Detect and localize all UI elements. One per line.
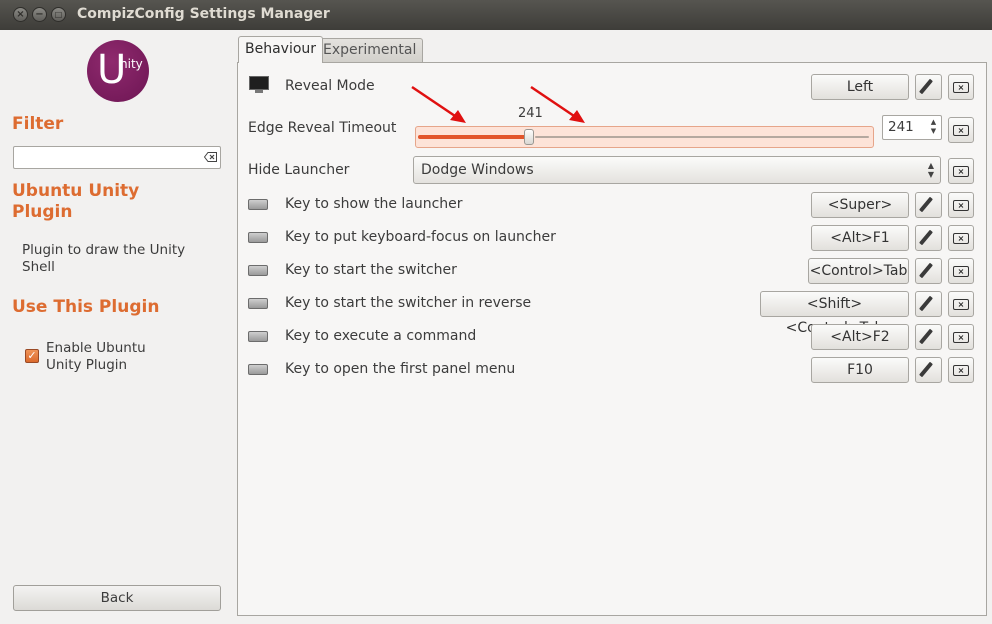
- key-binding-button[interactable]: <Shift><Control>Tab: [760, 291, 909, 336]
- combo-value: Dodge Windows: [421, 162, 534, 178]
- reset-button[interactable]: ×: [948, 158, 974, 184]
- clear-icon: ×: [953, 166, 969, 177]
- slider-handle[interactable]: [524, 129, 534, 145]
- keyboard-icon: [248, 232, 268, 243]
- clear-icon: ×: [953, 82, 969, 93]
- combo-arrows-icon: ▲ ▼: [927, 161, 934, 179]
- minimize-button[interactable]: −: [32, 7, 47, 22]
- setting-row-key: Key to open the first panel menu F10 ×: [248, 357, 976, 383]
- reset-button[interactable]: ×: [948, 192, 974, 218]
- use-plugin-heading: Use This Plugin: [12, 297, 160, 317]
- hide-launcher-combo[interactable]: Dodge Windows ▲ ▼: [413, 156, 941, 184]
- key-binding-button[interactable]: F10: [811, 357, 909, 383]
- edge-reveal-timeout-slider[interactable]: [415, 126, 874, 148]
- pencil-icon: [919, 295, 933, 312]
- spin-value: 241: [888, 119, 914, 135]
- enable-plugin-label[interactable]: Enable Ubuntu Unity Plugin: [46, 340, 166, 374]
- edit-button[interactable]: [915, 291, 942, 317]
- clear-icon: ×: [953, 365, 969, 376]
- slider-fill: [418, 135, 529, 139]
- setting-label: Key to put keyboard-focus on launcher: [285, 229, 556, 245]
- setting-row-key: Key to execute a command <Alt>F2 ×: [248, 324, 976, 350]
- setting-label: Key to show the launcher: [285, 196, 463, 212]
- key-binding-button[interactable]: <Alt>F1: [811, 225, 909, 251]
- edge-reveal-timeout-label: Edge Reveal Timeout: [248, 120, 397, 136]
- setting-label: Key to open the first panel menu: [285, 361, 516, 377]
- spin-arrows-icon[interactable]: ▲ ▼: [928, 118, 939, 137]
- plugin-description: Plugin to draw the Unity Shell: [22, 242, 186, 275]
- enable-plugin-checkbox[interactable]: ✓: [25, 349, 39, 363]
- edit-button[interactable]: [915, 74, 942, 100]
- edit-button[interactable]: [915, 357, 942, 383]
- pencil-icon: [919, 229, 933, 246]
- edit-button[interactable]: [915, 258, 942, 284]
- keyboard-icon: [248, 265, 268, 276]
- plugin-heading: Ubuntu Unity Plugin: [12, 181, 140, 222]
- setting-row-key: Key to start the switcher in reverse <Sh…: [248, 291, 976, 336]
- filter-heading: Filter: [12, 114, 64, 134]
- clear-icon: ×: [953, 233, 969, 244]
- close-button[interactable]: ×: [13, 7, 28, 22]
- reset-button[interactable]: ×: [948, 258, 974, 284]
- tab-behaviour[interactable]: Behaviour: [238, 36, 324, 63]
- keyboard-icon: [248, 298, 268, 309]
- reset-button[interactable]: ×: [948, 291, 974, 317]
- setting-row-reveal-mode: Reveal Mode Left ×: [248, 74, 976, 100]
- pencil-icon: [919, 361, 933, 378]
- reset-button[interactable]: ×: [948, 225, 974, 251]
- setting-label: Key to start the switcher: [285, 262, 457, 278]
- reset-button[interactable]: ×: [948, 357, 974, 383]
- hide-launcher-label: Hide Launcher: [248, 162, 350, 178]
- key-binding-button[interactable]: <Super>: [811, 192, 909, 218]
- pencil-icon: [919, 262, 933, 279]
- reveal-mode-button[interactable]: Left: [811, 74, 909, 100]
- edit-button[interactable]: [915, 324, 942, 350]
- reset-button[interactable]: ×: [948, 324, 974, 350]
- window-title: CompizConfig Settings Manager: [77, 6, 330, 22]
- clear-icon: ×: [953, 266, 969, 277]
- timeout-spinbutton[interactable]: 241 ▲ ▼: [882, 115, 942, 140]
- clear-filter-icon[interactable]: [203, 152, 217, 162]
- clear-icon: ×: [953, 299, 969, 310]
- edit-button[interactable]: [915, 192, 942, 218]
- clear-icon: ×: [953, 332, 969, 343]
- setting-row-key: Key to put keyboard-focus on launcher <A…: [248, 225, 976, 251]
- clear-icon: ×: [953, 125, 969, 136]
- logo-suffix: nity: [120, 57, 143, 71]
- setting-row-key: Key to show the launcher <Super> ×: [248, 192, 976, 218]
- filter-input[interactable]: [13, 146, 221, 169]
- title-bar: × − □ CompizConfig Settings Manager: [0, 0, 992, 30]
- setting-label: Key to start the switcher in reverse: [285, 295, 532, 311]
- tab-experimental[interactable]: Experimental: [316, 38, 424, 62]
- pencil-icon: [919, 328, 933, 345]
- reset-button[interactable]: ×: [948, 74, 974, 100]
- slider-value-label: 241: [518, 106, 543, 121]
- keyboard-icon: [248, 331, 268, 342]
- keyboard-icon: [248, 364, 268, 375]
- unity-logo-icon: U nity: [87, 40, 149, 102]
- setting-row-key: Key to start the switcher <Control>Tab ×: [248, 258, 976, 284]
- pencil-icon: [919, 78, 933, 95]
- keyboard-icon: [248, 199, 268, 210]
- reset-button[interactable]: ×: [948, 117, 974, 143]
- slider-rest: [535, 136, 869, 138]
- monitor-icon: [248, 76, 270, 96]
- back-button[interactable]: Back: [13, 585, 221, 611]
- key-binding-button[interactable]: <Alt>F2: [811, 324, 909, 350]
- edit-button[interactable]: [915, 225, 942, 251]
- setting-label: Reveal Mode: [285, 78, 375, 94]
- pencil-icon: [919, 196, 933, 213]
- setting-label: Key to execute a command: [285, 328, 477, 344]
- maximize-button[interactable]: □: [51, 7, 66, 22]
- key-binding-button[interactable]: <Control>Tab: [808, 258, 909, 284]
- clear-icon: ×: [953, 200, 969, 211]
